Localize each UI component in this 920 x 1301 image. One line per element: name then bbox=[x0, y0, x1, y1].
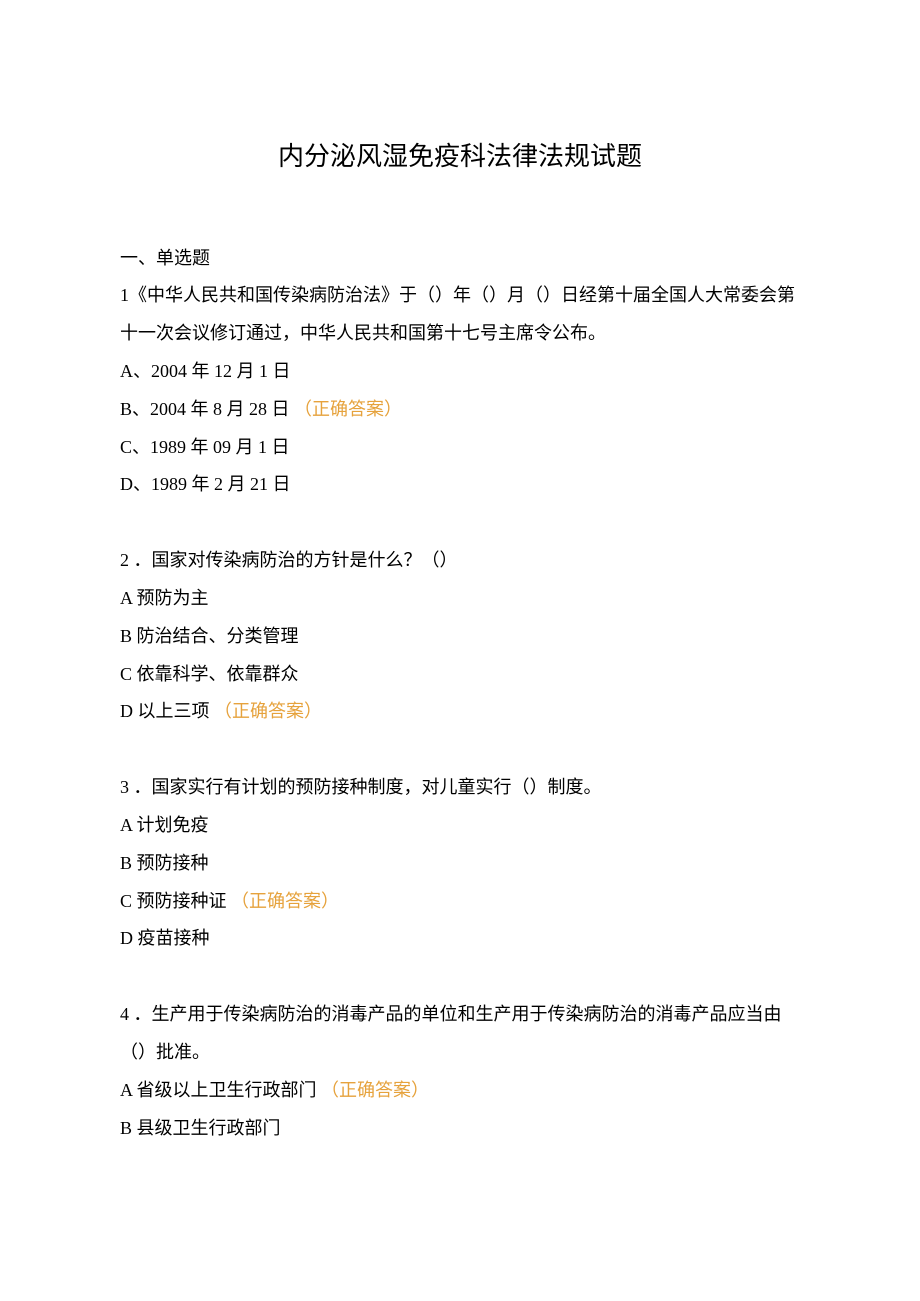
option-d: D、1989 年 2 月 21 日 bbox=[120, 466, 800, 504]
document-page: 内分泌风湿免疫科法律法规试题 一、单选题 1《中华人民共和国传染病防治法》于（）… bbox=[0, 0, 920, 1301]
question-block-2: 2 ．国家对传染病防治的方针是什么？（） A 预防为主 B 防治结合、分类管理 … bbox=[120, 542, 800, 731]
option-c: C、1989 年 09 月 1 日 bbox=[120, 429, 800, 467]
option-d-text: D 以上三项 bbox=[120, 701, 210, 721]
question-stem: 4 ．生产用于传染病防治的消毒产品的单位和生产用于传染病防治的消毒产品应当由（）… bbox=[120, 996, 800, 1072]
option-c: C 依靠科学、依靠群众 bbox=[120, 656, 800, 694]
option-b-text: B、2004 年 8 月 28 日 bbox=[120, 399, 290, 419]
option-b: B 县级卫生行政部门 bbox=[120, 1110, 800, 1148]
question-block-1: 一、单选题 1《中华人民共和国传染病防治法》于（）年（）月（）日经第十届全国人大… bbox=[120, 240, 800, 505]
option-c-text: C 预防接种证 bbox=[120, 891, 227, 911]
document-title: 内分泌风湿免疫科法律法规试题 bbox=[120, 130, 800, 185]
option-a: A 预防为主 bbox=[120, 580, 800, 618]
correct-answer-label: （正确答案） bbox=[214, 701, 322, 721]
option-b: B 防治结合、分类管理 bbox=[120, 618, 800, 656]
question-stem: 2 ．国家对传染病防治的方针是什么？（） bbox=[120, 542, 800, 580]
option-d: D 以上三项 （正确答案） bbox=[120, 693, 800, 731]
correct-answer-label: （正确答案） bbox=[321, 1080, 429, 1100]
option-b: B 预防接种 bbox=[120, 845, 800, 883]
option-d: D 疫苗接种 bbox=[120, 920, 800, 958]
question-block-4: 4 ．生产用于传染病防治的消毒产品的单位和生产用于传染病防治的消毒产品应当由（）… bbox=[120, 996, 800, 1147]
correct-answer-label: （正确答案） bbox=[231, 891, 339, 911]
option-a-text: A 省级以上卫生行政部门 bbox=[120, 1080, 317, 1100]
question-stem: 1《中华人民共和国传染病防治法》于（）年（）月（）日经第十届全国人大常委会第十一… bbox=[120, 277, 800, 353]
section-heading: 一、单选题 bbox=[120, 240, 800, 278]
option-a: A、2004 年 12 月 1 日 bbox=[120, 353, 800, 391]
option-a: A 计划免疫 bbox=[120, 807, 800, 845]
option-c: C 预防接种证 （正确答案） bbox=[120, 883, 800, 921]
question-block-3: 3 ．国家实行有计划的预防接种制度，对儿童实行（）制度。 A 计划免疫 B 预防… bbox=[120, 769, 800, 958]
correct-answer-label: （正确答案） bbox=[294, 399, 402, 419]
option-b: B、2004 年 8 月 28 日 （正确答案） bbox=[120, 391, 800, 429]
question-stem: 3 ．国家实行有计划的预防接种制度，对儿童实行（）制度。 bbox=[120, 769, 800, 807]
option-a: A 省级以上卫生行政部门 （正确答案） bbox=[120, 1072, 800, 1110]
